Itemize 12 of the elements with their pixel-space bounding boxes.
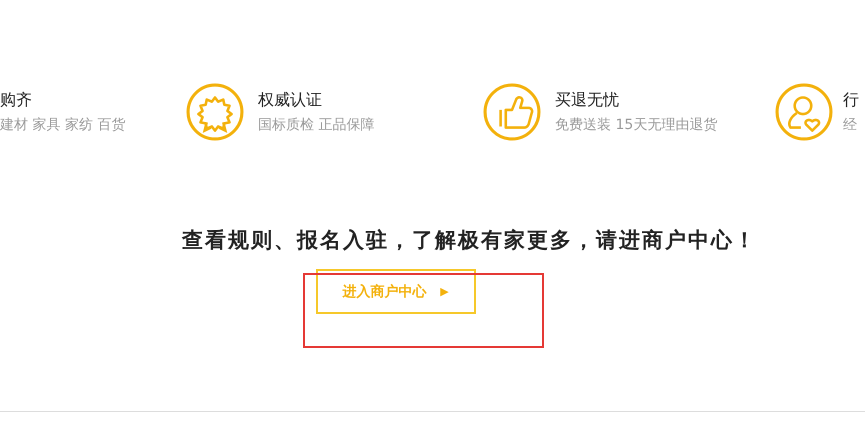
feature-subtitle: 免费送装 15天无理由退货: [555, 116, 718, 135]
thumbs-up-icon: [483, 83, 541, 141]
feature-title: 权威认证: [258, 89, 322, 111]
feature-title: 购齐: [0, 89, 32, 111]
feature-subtitle: 经: [843, 116, 857, 135]
feature-title: 买退无忧: [555, 89, 619, 111]
feature-subtitle: 建材 家具 家纺 百货: [0, 116, 126, 135]
merchant-center-button[interactable]: 进入商户中心 ▶: [316, 269, 476, 314]
feature-subtitle: 国标质检 正品保障: [258, 116, 374, 135]
feature-title: 行: [843, 89, 859, 111]
headline: 查看规则、报名入驻，了解极有家更多，请进商户中心！: [182, 226, 757, 254]
badge-icon: [186, 83, 244, 141]
